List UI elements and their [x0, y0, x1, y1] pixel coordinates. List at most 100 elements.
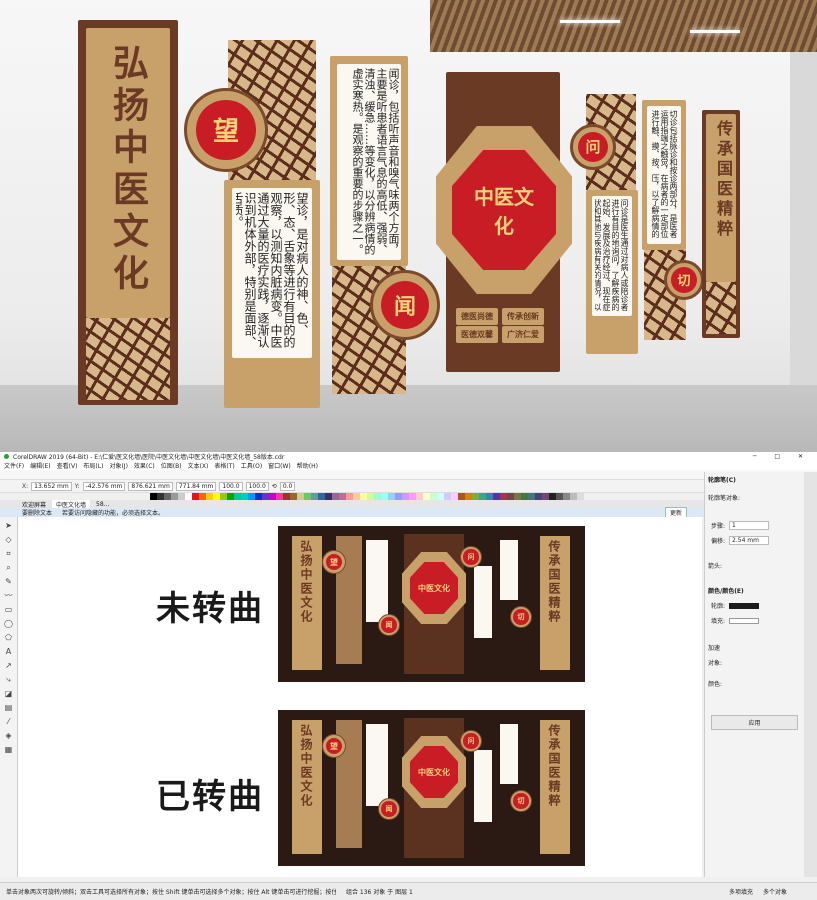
palette-swatch[interactable] — [479, 493, 486, 500]
angle-field[interactable]: 0.0 — [279, 481, 296, 491]
palette-swatch[interactable] — [178, 493, 185, 500]
palette-swatch[interactable] — [444, 493, 451, 500]
eyedropper-icon[interactable]: ⁄ — [4, 717, 14, 727]
palette-swatch[interactable] — [262, 493, 269, 500]
tab-doc-2[interactable]: 58... — [96, 501, 109, 508]
palette-swatch[interactable] — [493, 493, 500, 500]
palette-swatch[interactable] — [416, 493, 423, 500]
palette-swatch[interactable] — [297, 493, 304, 500]
height-field[interactable]: 771.84 mm — [175, 481, 217, 491]
outline-color-swatch[interactable] — [729, 602, 760, 609]
palette-swatch[interactable] — [353, 493, 360, 500]
text-tool-icon[interactable]: A — [4, 647, 14, 657]
transparency-icon[interactable]: ▤ — [4, 703, 14, 713]
palette-swatch[interactable] — [381, 493, 388, 500]
palette-swatch[interactable] — [451, 493, 458, 500]
palette-swatch[interactable] — [514, 493, 521, 500]
palette-swatch[interactable] — [213, 493, 220, 500]
palette-swatch[interactable] — [290, 493, 297, 500]
ellipse-tool-icon[interactable]: ◯ — [4, 619, 14, 629]
palette-swatch[interactable] — [402, 493, 409, 500]
palette-swatch[interactable] — [206, 493, 213, 500]
artwork-converted[interactable]: 弘扬中医文化 望 闻 中医文化 问 切 传承国医精粹 — [278, 710, 585, 866]
scale-x-field[interactable]: 100.0 — [219, 481, 243, 491]
palette-swatch[interactable] — [318, 493, 325, 500]
palette-swatch[interactable] — [500, 493, 507, 500]
palette-swatch[interactable] — [409, 493, 416, 500]
menu-item-object[interactable]: 对象(J) — [109, 461, 127, 470]
shape-tool-icon[interactable]: ◇ — [4, 535, 14, 545]
palette-swatch[interactable] — [542, 493, 549, 500]
palette-swatch[interactable] — [325, 493, 332, 500]
palette-swatch[interactable] — [192, 493, 199, 500]
menu-item-window[interactable]: 窗口(W) — [268, 461, 291, 470]
palette-swatch[interactable] — [528, 493, 535, 500]
drawing-canvas[interactable]: 弘扬中医文化 望 闻 中医文化 问 切 传承国医精粹 未转曲 弘扬中医文化 望 … — [18, 517, 702, 877]
palette-swatch[interactable] — [570, 493, 577, 500]
palette-swatch[interactable] — [332, 493, 339, 500]
y-field[interactable]: -42.576 mm — [82, 481, 126, 491]
menu-item-text[interactable]: 文本(X) — [188, 461, 209, 470]
crop-tool-icon[interactable]: ⌗ — [4, 549, 14, 559]
palette-swatch[interactable] — [171, 493, 178, 500]
smart-fill-icon[interactable]: ▦ — [4, 745, 14, 755]
palette-swatch[interactable] — [269, 493, 276, 500]
menu-item-layout[interactable]: 布局(L) — [83, 461, 103, 470]
palette-swatch[interactable] — [423, 493, 430, 500]
palette-swatch[interactable] — [227, 493, 234, 500]
palette-swatch[interactable] — [556, 493, 563, 500]
palette-swatch[interactable] — [521, 493, 528, 500]
palette-swatch[interactable] — [465, 493, 472, 500]
palette-swatch[interactable] — [185, 493, 192, 500]
freehand-tool-icon[interactable]: ✎ — [4, 577, 14, 587]
step-field[interactable]: 1 — [729, 521, 770, 530]
palette-swatch[interactable] — [311, 493, 318, 500]
menu-item-effects[interactable]: 效果(C) — [134, 461, 155, 470]
color-palette[interactable] — [0, 493, 817, 500]
palette-swatch[interactable] — [339, 493, 346, 500]
menu-item-bitmaps[interactable]: 位图(B) — [161, 461, 182, 470]
palette-swatch[interactable] — [241, 493, 248, 500]
artwork-unconverted[interactable]: 弘扬中医文化 望 闻 中医文化 问 切 传承国医精粹 — [278, 526, 585, 682]
palette-swatch[interactable] — [220, 493, 227, 500]
palette-swatch[interactable] — [395, 493, 402, 500]
menu-item-view[interactable]: 查看(V) — [57, 461, 78, 470]
palette-swatch[interactable] — [388, 493, 395, 500]
palette-swatch[interactable] — [248, 493, 255, 500]
offset-field[interactable]: 2.54 mm — [729, 536, 770, 545]
palette-swatch[interactable] — [507, 493, 514, 500]
width-field[interactable]: 876.621 mm — [128, 481, 173, 491]
palette-swatch[interactable] — [199, 493, 206, 500]
x-field[interactable]: 13.652 mm — [31, 481, 72, 491]
fill-color-swatch[interactable] — [729, 617, 760, 624]
apply-button[interactable]: 应用 — [711, 715, 798, 730]
palette-swatch[interactable] — [360, 493, 367, 500]
pick-tool-icon[interactable]: ➤ — [4, 521, 14, 531]
palette-swatch[interactable] — [304, 493, 311, 500]
polygon-tool-icon[interactable]: ⬠ — [4, 633, 14, 643]
palette-swatch[interactable] — [563, 493, 570, 500]
window-controls[interactable]: ─ □ ✕ — [753, 453, 811, 460]
menu-item-table[interactable]: 表格(T) — [214, 461, 234, 470]
palette-swatch[interactable] — [437, 493, 444, 500]
menu-item-help[interactable]: 帮助(H) — [297, 461, 318, 470]
palette-swatch[interactable] — [255, 493, 262, 500]
palette-swatch[interactable] — [367, 493, 374, 500]
palette-swatch[interactable] — [276, 493, 283, 500]
docker-tabs[interactable] — [804, 472, 817, 877]
drop-shadow-icon[interactable]: ◪ — [4, 689, 14, 699]
palette-swatch[interactable] — [164, 493, 171, 500]
palette-swatch[interactable] — [430, 493, 437, 500]
rectangle-tool-icon[interactable]: ▭ — [4, 605, 14, 615]
palette-swatch[interactable] — [374, 493, 381, 500]
parallel-dimension-icon[interactable]: ↗ — [4, 661, 14, 671]
menu-item-edit[interactable]: 编辑(E) — [30, 461, 50, 470]
palette-swatch[interactable] — [150, 493, 157, 500]
palette-swatch[interactable] — [283, 493, 290, 500]
palette-swatch[interactable] — [472, 493, 479, 500]
palette-swatch[interactable] — [346, 493, 353, 500]
palette-swatch[interactable] — [486, 493, 493, 500]
palette-swatch[interactable] — [458, 493, 465, 500]
palette-swatch[interactable] — [577, 493, 584, 500]
scale-y-field[interactable]: 100.0 — [245, 481, 269, 491]
